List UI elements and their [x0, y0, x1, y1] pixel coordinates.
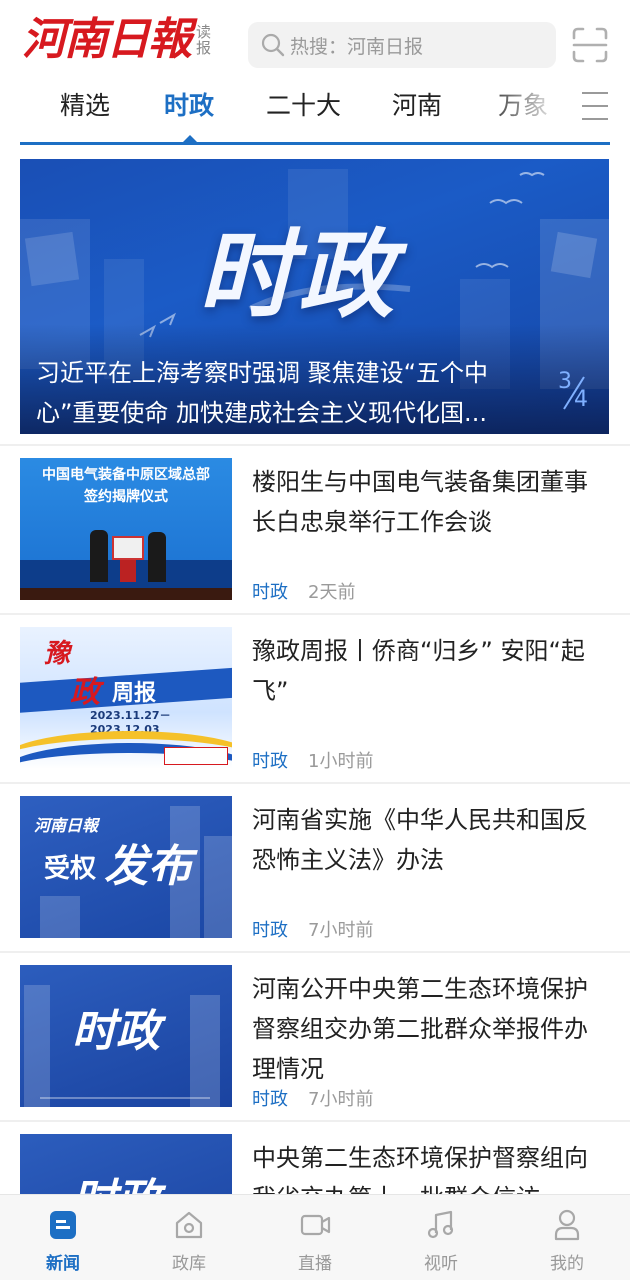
article-meta: 时政 2天前 — [252, 578, 355, 604]
tab-ershida[interactable]: 二十大 — [266, 88, 341, 124]
hero-caption: 习近平在上海考察时强调 聚焦建设“五个中心”重要使命 加快建成社会主义现代化国.… — [36, 359, 489, 427]
search-icon — [260, 32, 286, 58]
article-time: 7小时前 — [308, 920, 374, 941]
logo-text: 河南日報 — [22, 14, 192, 65]
logo-subtitle-line1: 读 — [196, 23, 212, 41]
tab-fade — [500, 84, 570, 134]
thumbnail-logo: 河南日報 — [34, 816, 99, 835]
article-time: 7小时前 — [308, 1089, 374, 1110]
profile-icon — [554, 1209, 580, 1241]
article-title: 楼阳生与中国电气装备集团董事长白忠泉举行工作会谈 — [252, 468, 588, 536]
article-thumbnail: 豫 政 周报 2023.11.27－2023.12.03 — [20, 627, 232, 769]
app-header: 河南日報 读 报 热搜：河南日报 — [0, 0, 630, 84]
building-shape — [40, 896, 80, 938]
article-meta: 时政 7小时前 — [252, 1085, 373, 1111]
channel-tabs: 精选 时政 二十大 河南 万象 — [0, 84, 630, 146]
list-item[interactable]: 中国电气装备中原区域总部 签约揭牌仪式 楼阳生与中国电气装备集团董事长白忠泉举行… — [0, 444, 630, 613]
search-placeholder: 热搜：河南日报 — [290, 35, 424, 58]
thumbnail-fabu: 发布 — [104, 841, 192, 892]
bottom-navigation: 新闻 政库 直播 视听 我的 — [0, 1194, 630, 1280]
hero-carousel[interactable]: 时政 习近平在上海考察时强调 聚焦建设“五个中心”重要使命 加快建成社会主义现代… — [20, 159, 609, 434]
music-icon — [427, 1210, 454, 1239]
nav-profile-label: 我的 — [550, 1254, 584, 1274]
plaque-shape — [112, 536, 144, 560]
tab-jingxuan[interactable]: 精选 — [60, 88, 110, 124]
thumbnail-zheng: 政 — [70, 675, 100, 710]
article-title: 河南公开中央第二生态环境保护督察组交办第二批群众举报件办理情况 — [252, 975, 588, 1083]
menu-icon[interactable] — [582, 92, 608, 120]
nav-news-label: 新闻 — [46, 1254, 80, 1274]
person-shape — [90, 530, 108, 582]
nav-news[interactable]: 新闻 — [0, 1195, 126, 1280]
article-category: 时政 — [252, 751, 288, 772]
nav-library-label: 政库 — [172, 1254, 206, 1274]
thumbnail-yu: 豫 — [44, 639, 71, 669]
nav-media-label: 视听 — [424, 1254, 458, 1274]
carousel-total: 4 — [574, 387, 588, 412]
article-title: 河南省实施《中华人民共和国反恐怖主义法》办法 — [252, 806, 588, 874]
skyline-decoration — [40, 1069, 210, 1099]
thumbnail-caption: 中国电气装备中原区域总部 签约揭牌仪式 — [20, 464, 232, 508]
tab-henan[interactable]: 河南 — [392, 88, 442, 124]
list-item[interactable]: 河南日報 受权 发布 河南省实施《中华人民共和国反恐怖主义法》办法 时政 7小时前 — [0, 782, 630, 951]
person-shape — [148, 532, 166, 582]
nav-media[interactable]: 视听 — [378, 1195, 504, 1280]
nav-profile[interactable]: 我的 — [504, 1195, 630, 1280]
logo-subtitle-line2: 报 — [196, 39, 212, 57]
nav-live-label: 直播 — [298, 1254, 332, 1274]
article-meta: 时政 7小时前 — [252, 916, 373, 942]
article-category: 时政 — [252, 920, 288, 941]
live-icon — [300, 1214, 331, 1236]
carousel-counter: 3 4 — [554, 369, 594, 413]
scan-icon[interactable] — [570, 25, 610, 65]
logo-subtitle: 读 报 — [196, 24, 218, 56]
news-icon — [50, 1211, 76, 1239]
library-icon — [175, 1211, 203, 1239]
article-category: 时政 — [252, 582, 288, 603]
article-thumbnail: 河南日報 受权 发布 — [20, 796, 232, 938]
podium-shape — [120, 560, 136, 582]
thumbnail-shizheng: 时政 — [72, 1006, 160, 1057]
app-logo[interactable]: 河南日報 读 报 — [22, 10, 218, 70]
thumbnail-zhoubao: 周报 — [112, 681, 157, 706]
brand-badge — [164, 747, 228, 765]
floor-shape — [20, 588, 232, 600]
article-time: 2天前 — [308, 582, 356, 603]
list-item[interactable]: 时政 河南公开中央第二生态环境保护督察组交办第二批群众举报件办理情况 时政 7小时… — [0, 951, 630, 1120]
nav-library[interactable]: 政库 — [126, 1195, 252, 1280]
article-category: 时政 — [252, 1089, 288, 1110]
tab-shizheng[interactable]: 时政 — [164, 88, 214, 124]
building-shape — [204, 836, 232, 938]
thumbnail-caption-line2: 签约揭牌仪式 — [84, 489, 168, 505]
list-item[interactable]: 豫 政 周报 2023.11.27－2023.12.03 豫政周报丨侨商“归乡”… — [0, 613, 630, 782]
article-time: 1小时前 — [308, 751, 374, 772]
hero-title-graphic: 时政 — [198, 219, 398, 331]
article-thumbnail: 时政 — [20, 965, 232, 1107]
article-thumbnail: 中国电气装备中原区域总部 签约揭牌仪式 — [20, 458, 232, 600]
article-title: 豫政周报丨侨商“归乡” 安阳“起飞” — [252, 637, 585, 705]
search-input[interactable]: 热搜：河南日报 — [248, 22, 556, 68]
article-meta: 时政 1小时前 — [252, 747, 373, 773]
nav-live[interactable]: 直播 — [252, 1195, 378, 1280]
tab-underline — [20, 142, 610, 145]
thumbnail-shouquan: 受权 — [44, 854, 97, 884]
thumbnail-caption-line1: 中国电气装备中原区域总部 — [42, 467, 210, 483]
